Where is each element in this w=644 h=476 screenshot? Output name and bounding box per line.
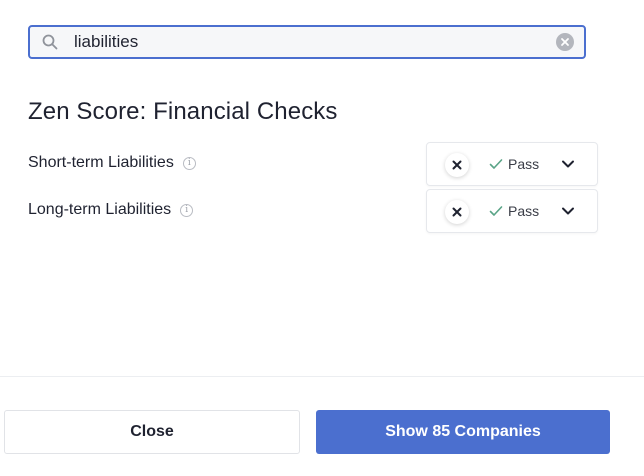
info-icon[interactable]: i — [180, 203, 194, 217]
check-label-text: Long-term Liabilities — [28, 201, 172, 218]
check-icon — [489, 159, 503, 169]
remove-filter-button[interactable] — [445, 200, 469, 224]
footer-divider — [0, 376, 644, 377]
check-status-selector: Pass — [426, 189, 598, 233]
status-value: Pass — [508, 203, 540, 219]
check-label: Long-term Liabilities i — [28, 201, 194, 219]
check-label: Short-term Liabilities i — [28, 154, 196, 172]
check-row-long-term-liabilities: Long-term Liabilities i Pass — [28, 189, 598, 233]
clear-icon[interactable] — [556, 33, 574, 51]
check-label-text: Short-term Liabilities — [28, 154, 174, 171]
filter-panel: Zen Score: Financial Checks Short-term L… — [0, 0, 644, 476]
chevron-down-icon[interactable] — [561, 203, 575, 224]
remove-filter-button[interactable] — [445, 153, 469, 177]
search-icon — [40, 32, 60, 52]
section-title: Zen Score: Financial Checks — [28, 98, 338, 125]
search-input[interactable] — [74, 28, 556, 56]
close-icon — [452, 160, 462, 170]
chevron-down-icon[interactable] — [561, 156, 575, 177]
check-row-short-term-liabilities: Short-term Liabilities i Pass — [28, 142, 598, 186]
show-companies-button[interactable]: Show 85 Companies — [316, 410, 610, 454]
status-dropdown[interactable]: Pass — [489, 203, 539, 219]
status-value: Pass — [508, 156, 540, 172]
close-icon — [452, 207, 462, 217]
check-status-selector: Pass — [426, 142, 598, 186]
check-icon — [489, 206, 503, 216]
info-icon[interactable]: i — [182, 156, 196, 170]
close-button[interactable]: Close — [4, 410, 300, 454]
status-dropdown[interactable]: Pass — [489, 156, 539, 172]
search-box[interactable] — [28, 25, 586, 59]
